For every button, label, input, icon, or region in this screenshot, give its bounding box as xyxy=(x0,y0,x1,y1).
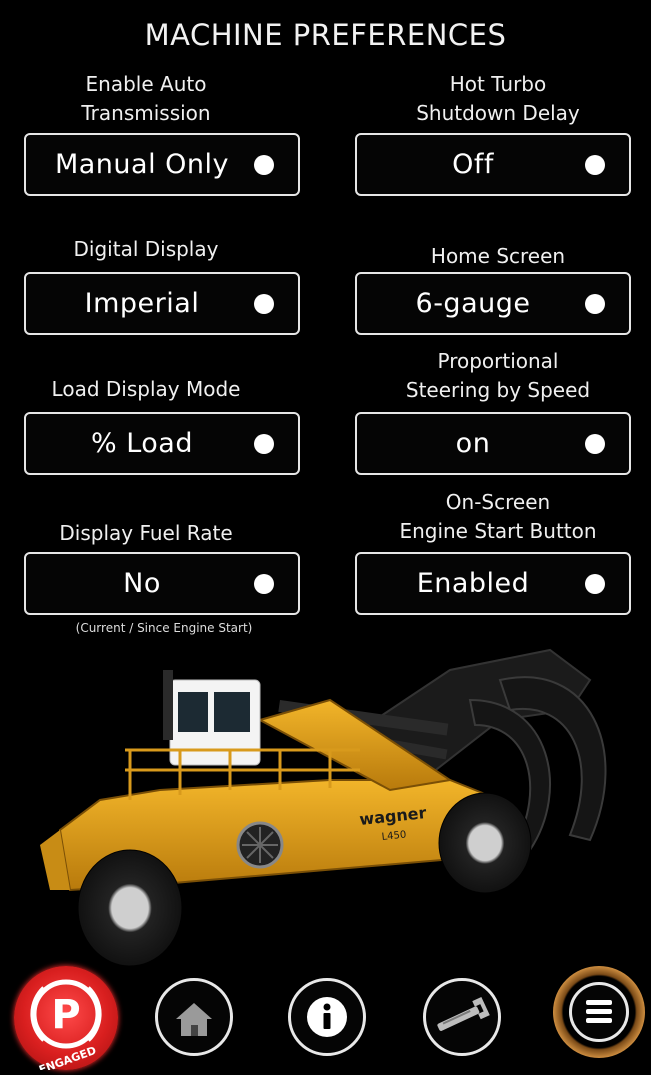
engine-start-label: On-Screen Engine Start Button xyxy=(358,488,638,546)
wrench-icon xyxy=(437,996,490,1031)
info-icon xyxy=(307,997,347,1037)
proportional-steering-label: Proportional Steering by Speed xyxy=(358,347,638,405)
load-display-label: Load Display Mode xyxy=(51,377,241,401)
load-display-selector[interactable]: % Load xyxy=(24,412,300,475)
hot-turbo-label-line2: Shutdown Delay xyxy=(416,101,580,125)
home-screen-selector[interactable]: 6-gauge xyxy=(355,272,631,335)
page-title: MACHINE PREFERENCES xyxy=(144,18,507,52)
home-screen-value: 6-gauge xyxy=(415,288,531,319)
digital-display-selector[interactable]: Imperial xyxy=(24,272,300,335)
proportional-steering-label-line2: Steering by Speed xyxy=(405,378,591,402)
engine-start-label-line1: On-Screen xyxy=(445,490,551,514)
wagner-loader-image: wagner L450 xyxy=(40,648,607,967)
engine-start-value: Enabled xyxy=(416,568,530,599)
hot-turbo-value: Off xyxy=(452,149,494,180)
parking-brake-icon: P ENGAGED xyxy=(30,979,102,1075)
hot-turbo-label: Hot Turbo Shutdown Delay xyxy=(358,70,638,128)
menu-button[interactable] xyxy=(553,966,645,1058)
fuel-rate-note: (Current / Since Engine Start) xyxy=(75,621,253,635)
digital-display-label: Digital Display xyxy=(73,237,219,261)
selector-dot-icon xyxy=(254,293,274,314)
hot-turbo-selector[interactable]: Off xyxy=(355,133,631,196)
auto-transmission-value: Manual Only xyxy=(54,149,230,180)
selector-dot-icon xyxy=(254,573,274,594)
park-letter: P xyxy=(51,992,80,1038)
menu-icon xyxy=(586,1000,612,1023)
bottom-nav: P ENGAGED xyxy=(0,962,651,1075)
parking-brake-button[interactable]: P ENGAGED xyxy=(14,966,118,1075)
engine-start-label-line2: Engine Start Button xyxy=(399,519,597,543)
fuel-rate-selector[interactable]: No xyxy=(24,552,300,615)
selector-dot-icon xyxy=(585,154,605,175)
service-button[interactable] xyxy=(423,978,501,1056)
fuel-rate-value: No xyxy=(123,568,161,599)
auto-transmission-label-line1: Enable Auto xyxy=(85,72,207,96)
selector-dot-icon xyxy=(254,433,274,454)
hot-turbo-label-line1: Hot Turbo xyxy=(449,72,547,96)
fuel-rate-label: Display Fuel Rate xyxy=(59,521,233,545)
selector-dot-icon xyxy=(585,293,605,314)
proportional-steering-value: on xyxy=(455,428,491,459)
machine-preferences-screen: MACHINE PREFERENCES Enable Auto Transmis… xyxy=(0,0,651,1075)
home-screen-label: Home Screen xyxy=(430,244,566,268)
menu-button-inner xyxy=(569,982,629,1042)
proportional-steering-selector[interactable]: on xyxy=(355,412,631,475)
proportional-steering-label-line1: Proportional xyxy=(437,349,559,373)
selector-dot-icon xyxy=(254,154,274,175)
selector-dot-icon xyxy=(585,573,605,594)
load-display-value: % Load xyxy=(90,428,193,459)
auto-transmission-label: Enable Auto Transmission xyxy=(6,70,286,128)
auto-transmission-selector[interactable]: Manual Only xyxy=(24,133,300,196)
digital-display-value: Imperial xyxy=(84,288,200,319)
auto-transmission-label-line2: Transmission xyxy=(81,101,211,125)
home-icon xyxy=(176,1003,212,1036)
selector-dot-icon xyxy=(585,433,605,454)
home-button[interactable] xyxy=(155,978,233,1056)
engine-start-selector[interactable]: Enabled xyxy=(355,552,631,615)
info-button[interactable] xyxy=(288,978,366,1056)
